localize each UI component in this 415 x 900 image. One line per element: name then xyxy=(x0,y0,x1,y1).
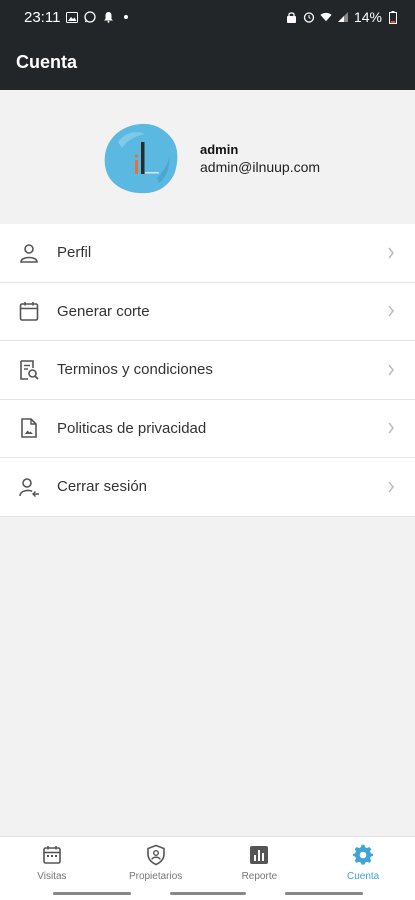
nav-label: Propietarios xyxy=(128,871,183,882)
avatar[interactable] xyxy=(103,122,179,194)
profile-header: admin admin@ilnuup.com xyxy=(0,90,415,224)
menu-item-label: Terminos y condiciones xyxy=(57,361,213,379)
nav-label: Cuenta xyxy=(347,871,380,882)
document-search-icon xyxy=(20,359,39,380)
status-time: 23:11 xyxy=(24,8,61,26)
account-menu: Perfil Generar corte Terminos y condicio… xyxy=(0,224,415,517)
company-logo-icon xyxy=(104,123,178,194)
battery-icon xyxy=(387,10,399,24)
document-image-icon xyxy=(21,418,37,439)
profile-name: admin xyxy=(200,142,239,157)
chevron-right-icon xyxy=(388,481,394,493)
menu-item-perfil[interactable]: Perfil xyxy=(0,224,415,283)
status-right: 14% xyxy=(286,9,399,25)
menu-item-label: Perfil xyxy=(57,244,92,262)
chevron-right-icon xyxy=(388,422,394,434)
nav-tab-reporte[interactable]: Reporte xyxy=(208,837,312,886)
chevron-right-icon xyxy=(388,364,394,376)
dot-icon xyxy=(120,11,132,23)
gear-icon xyxy=(353,844,374,865)
bell-icon xyxy=(102,11,114,23)
alarm-icon xyxy=(303,11,315,23)
shield-user-icon xyxy=(146,844,165,866)
gallery-icon xyxy=(66,11,79,23)
nav-tab-cuenta[interactable]: Cuenta xyxy=(311,837,415,886)
menu-item-cerrar-sesion[interactable]: Cerrar sesión xyxy=(0,458,415,517)
battery-percentage: 14% xyxy=(353,9,382,25)
app-bar: Cuenta xyxy=(0,34,415,90)
profile-email: admin@ilnuup.com xyxy=(200,159,321,175)
signal-icon xyxy=(337,11,349,23)
nav-label: Visitas xyxy=(37,871,67,882)
chevron-right-icon xyxy=(388,247,394,259)
system-navigation-bar xyxy=(0,886,415,900)
chevron-right-icon xyxy=(388,305,394,317)
nav-tab-visitas[interactable]: Visitas xyxy=(0,837,104,886)
calendar-icon xyxy=(19,302,39,322)
bar-chart-icon xyxy=(250,846,269,864)
bottom-navigation: Visitas Propietarios Reporte Cuenta xyxy=(0,836,415,886)
status-bar: 23:11 14% xyxy=(0,0,415,34)
whatsapp-icon xyxy=(84,11,97,23)
menu-item-politicas[interactable]: Politicas de privacidad xyxy=(0,400,415,458)
user-icon xyxy=(20,243,38,263)
recent-apps-handle[interactable] xyxy=(53,892,131,895)
wifi-icon xyxy=(320,11,332,23)
nav-label: Reporte xyxy=(241,871,278,882)
menu-item-terminos[interactable]: Terminos y condiciones xyxy=(0,341,415,400)
status-left: 23:11 xyxy=(24,9,132,26)
lock-icon xyxy=(286,11,298,23)
calendar-icon xyxy=(43,846,61,864)
menu-item-label: Politicas de privacidad xyxy=(57,419,207,437)
user-logout-icon xyxy=(19,477,39,497)
nav-tab-propietarios[interactable]: Propietarios xyxy=(104,837,208,886)
home-handle[interactable] xyxy=(170,892,246,895)
menu-item-label: Generar corte xyxy=(57,302,150,320)
back-handle[interactable] xyxy=(285,892,363,895)
menu-item-label: Cerrar sesión xyxy=(57,478,148,496)
menu-item-generar-corte[interactable]: Generar corte xyxy=(0,283,415,341)
page-title: Cuenta xyxy=(16,51,78,72)
